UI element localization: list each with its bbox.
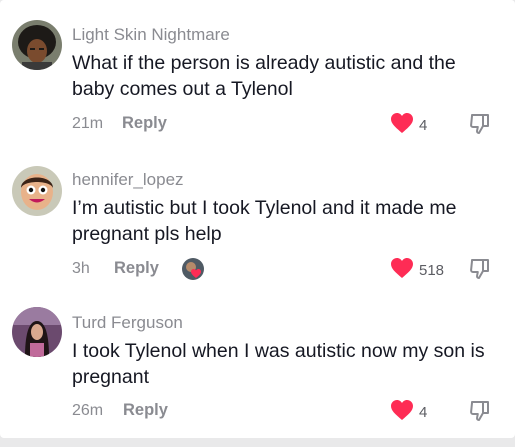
- reply-button[interactable]: Reply: [114, 259, 159, 278]
- comments-panel: Light Skin Nightmare What if the person …: [0, 0, 515, 438]
- comment-text: What if the person is already autistic a…: [72, 52, 456, 100]
- emoji-face-avatar-icon: [12, 166, 62, 216]
- creator-liked-icon: [182, 258, 204, 280]
- dislike-button[interactable]: [468, 112, 492, 141]
- creator-liked-avatar: [182, 258, 204, 280]
- thumbs-down-icon: [470, 114, 489, 134]
- dislike-button[interactable]: [468, 257, 492, 286]
- thumbs-down-icon: [470, 259, 489, 279]
- comment-username[interactable]: Turd Ferguson: [72, 313, 183, 333]
- comment-timestamp: 26m: [72, 402, 104, 419]
- thumbs-down-icon: [470, 401, 489, 421]
- like-button[interactable]: [390, 112, 414, 139]
- user-avatar[interactable]: [12, 307, 62, 357]
- like-count: 4: [419, 404, 428, 421]
- comment-username[interactable]: hennifer_lopez: [72, 170, 184, 190]
- comment-text: I took Tylenol when I was autistic now m…: [72, 340, 485, 388]
- heart-icon: [391, 258, 413, 278]
- comment-username[interactable]: Light Skin Nightmare: [72, 25, 230, 45]
- heart-icon: [391, 113, 413, 133]
- photo-avatar-icon: [12, 307, 62, 357]
- user-avatar[interactable]: [12, 20, 62, 70]
- like-count: 518: [419, 262, 445, 279]
- user-avatar[interactable]: [12, 166, 62, 216]
- comment-timestamp: 21m: [72, 115, 104, 132]
- reply-button[interactable]: Reply: [122, 114, 167, 133]
- dislike-button[interactable]: [468, 399, 492, 428]
- like-button[interactable]: [390, 399, 414, 426]
- like-button[interactable]: [390, 257, 414, 284]
- heart-icon: [391, 400, 413, 420]
- like-count: 4: [419, 117, 428, 134]
- comment-timestamp: 3h: [72, 260, 90, 277]
- comment-text: I’m autistic but I took Tylenol and it m…: [72, 197, 457, 245]
- cartoon-avatar-icon: [12, 20, 62, 70]
- reply-button[interactable]: Reply: [123, 401, 168, 420]
